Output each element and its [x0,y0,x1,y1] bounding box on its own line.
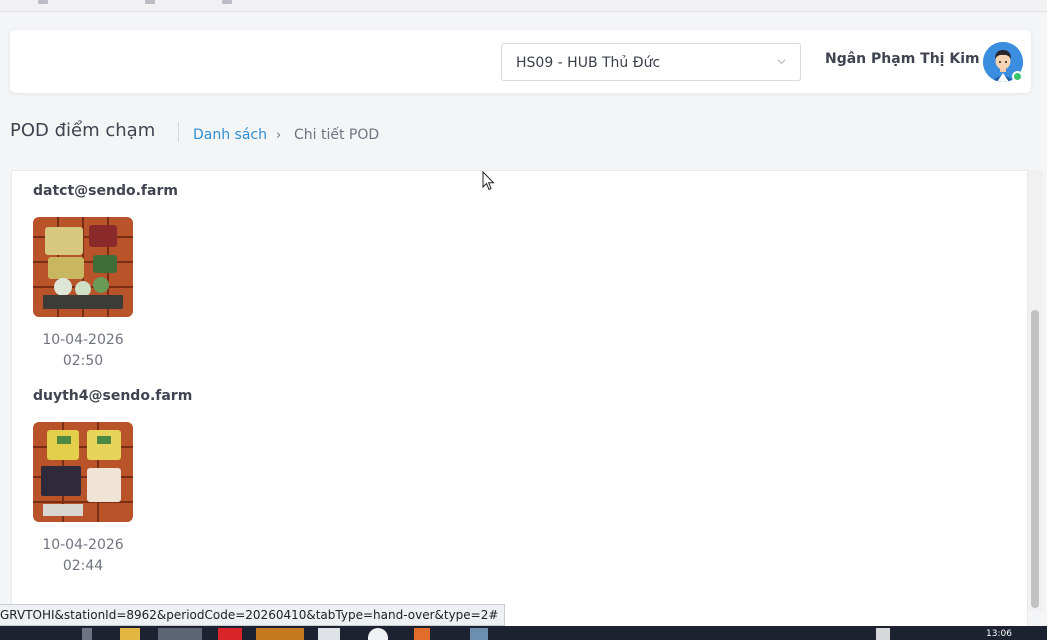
pod-user-email: duyth4@sendo.farm [33,388,193,404]
pod-time: 02:44 [62,558,104,574]
top-header: HS09 - HUB Thủ Đức Ngân Phạm Thị Kim [10,30,1031,93]
app-icon[interactable] [158,628,202,640]
station-select[interactable]: HS09 - HUB Thủ Đức [501,43,801,81]
page-title: POD điểm chạm [10,120,156,141]
browser-icon[interactable] [368,628,388,640]
app-icon[interactable] [414,628,430,640]
user-name[interactable]: Ngân Phạm Thị Kim [825,51,980,67]
search-icon[interactable] [82,628,92,640]
chevron-down-icon [777,59,786,65]
scrollbar-thumb[interactable] [1031,310,1039,608]
notification-icon[interactable] [876,628,890,640]
pod-date: 10-04-2026 [42,537,124,553]
pod-photo-image [33,217,133,317]
browser-bookmarks-strip [0,0,1047,12]
os-taskbar: 13:06 [0,626,1047,640]
folder-icon[interactable] [120,628,140,640]
app-icon[interactable] [218,628,242,640]
app-icon[interactable] [470,628,488,640]
app-icon[interactable] [256,628,304,640]
bookmark-icon[interactable] [38,0,48,4]
taskbar-clock[interactable]: 13:06 [986,629,1012,639]
status-bar-url: GRVTOHI&stationId=8962&periodCode=202604… [0,604,506,626]
pod-photo[interactable] [33,217,133,317]
breadcrumb-link-list[interactable]: Danh sách [193,127,267,143]
pod-detail-card [11,170,1028,640]
bookmark-icon[interactable] [145,0,155,4]
pod-date: 10-04-2026 [42,332,124,348]
station-select-value: HS09 - HUB Thủ Đức [516,55,661,71]
pod-photo-image [33,422,133,522]
breadcrumb-separator: › [276,128,282,143]
breadcrumb-current: Chi tiết POD [294,127,380,143]
online-status-dot [1012,71,1023,82]
pod-user-email: datct@sendo.farm [33,183,178,199]
app-icon[interactable] [318,628,340,640]
mouse-cursor-icon [482,171,495,191]
bookmark-icon[interactable] [222,0,232,4]
title-divider [178,122,179,142]
pod-time: 02:50 [62,353,104,369]
pod-photo[interactable] [33,422,133,522]
